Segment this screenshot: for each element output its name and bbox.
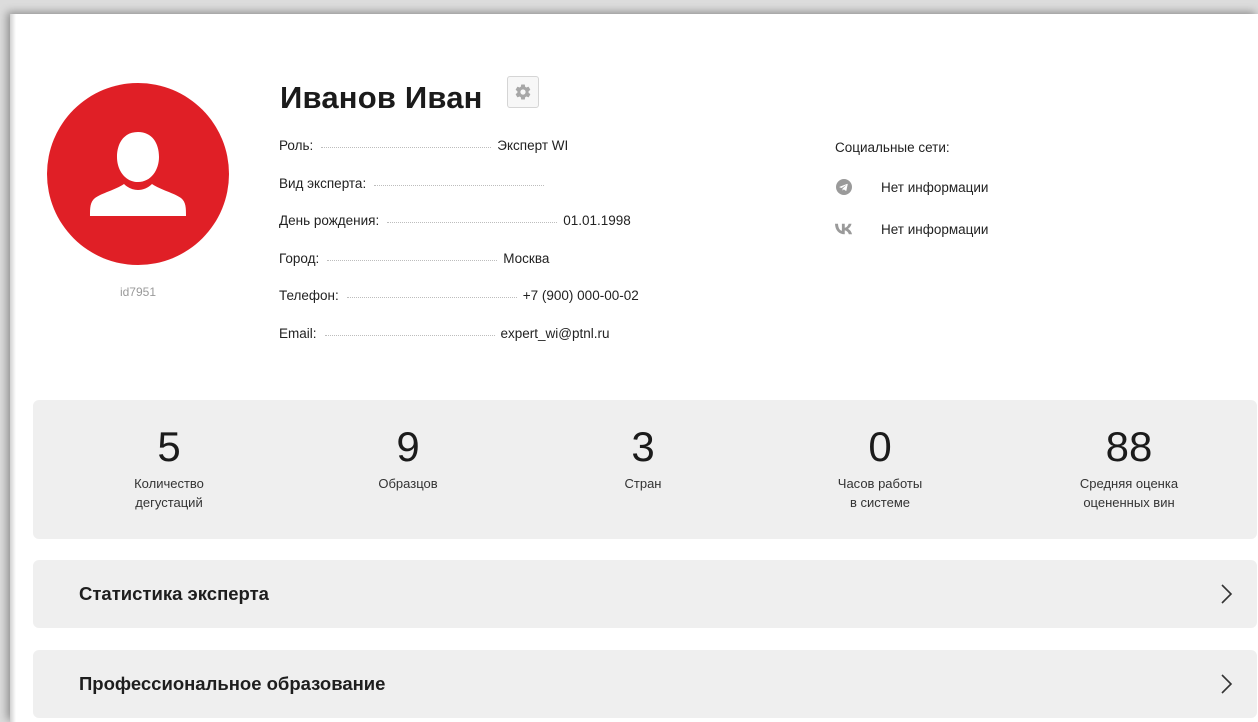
stat-value: 5 [157,423,181,470]
stat-average-score: 88 Средняя оценка оцененных вин [1029,400,1229,512]
stat-value: 9 [396,423,420,470]
social-item-vk: Нет информации [835,219,988,239]
stat-samples: 9 Образцов [308,400,508,493]
section-title: Профессиональное образование [79,673,386,694]
stat-label: Количество дегустаций [134,476,204,510]
chevron-right-icon [1221,674,1233,694]
dotted-leader [387,222,558,223]
info-row-email: Email: expert_wi@ptnl.ru [279,326,699,364]
chevron-right-icon [1221,584,1233,604]
stat-label: Средняя оценка оцененных вин [1079,476,1179,510]
gear-icon [515,84,531,100]
info-value: Москва [503,250,550,266]
profile-page: id7951 Иванов Иван Роль: Эксперт WI Вид … [10,14,1258,722]
info-label: Город: [279,250,320,266]
info-row-expert-type: Вид эксперта: [279,176,699,214]
info-row-phone: Телефон: +7 (900) 000-00-02 [279,288,699,326]
stat-value: 88 [1105,423,1153,470]
telegram-icon [835,178,853,196]
social-item-telegram: Нет информации [835,177,988,197]
dotted-leader [346,297,517,298]
social-networks: Социальные сети: Нет информации Нет инфо… [835,140,988,261]
dotted-leader [324,334,495,336]
info-label: Email: [279,325,317,341]
info-value: +7 (900) 000-00-02 [522,288,639,303]
social-title: Социальные сети: [835,140,950,155]
section-title: Статистика эксперта [79,583,269,604]
info-label: Телефон: [279,288,339,303]
section-expert-statistics[interactable]: Статистика эксперта [33,560,1257,628]
profile-info: Роль: Эксперт WI Вид эксперта: День рожд… [279,138,699,363]
user-id: id7951 [119,285,157,299]
info-row-city: Город: Москва [279,251,699,289]
info-value: expert_wi@ptnl.ru [500,325,610,341]
stats-panel: 5 Количество дегустаций 9 Образцов 3 Стр… [33,400,1257,539]
profile-name: Иванов Иван [280,80,483,115]
dotted-leader [327,259,498,261]
dotted-leader [321,147,492,148]
social-value: Нет информации [881,179,989,195]
social-value: Нет информации [881,221,989,237]
info-label: Вид эксперта: [279,175,367,191]
stat-label: Часов работы в системе [837,476,923,510]
stat-hours: 0 Часов работы в системе [780,400,980,512]
stat-label: Образцов [378,476,438,491]
dotted-leader [374,184,545,186]
info-value: Эксперт WI [497,138,569,153]
section-professional-education[interactable]: Профессиональное образование [33,650,1257,718]
vk-icon [835,220,853,238]
stat-label: Стран [624,476,662,491]
stat-tastings: 5 Количество дегустаций [69,400,269,512]
settings-button[interactable] [507,76,539,108]
window-edge-shadow [10,14,16,722]
stat-value: 3 [631,423,655,470]
avatar [47,83,229,265]
info-value: 01.01.1998 [563,213,631,228]
info-label: Роль: [279,138,314,153]
info-label: День рождения: [279,213,380,228]
info-row-role: Роль: Эксперт WI [279,138,699,176]
info-row-birthday: День рождения: 01.01.1998 [279,213,699,251]
stat-value: 0 [868,423,892,470]
stat-countries: 3 Стран [543,400,743,493]
user-silhouette-icon [90,132,186,216]
